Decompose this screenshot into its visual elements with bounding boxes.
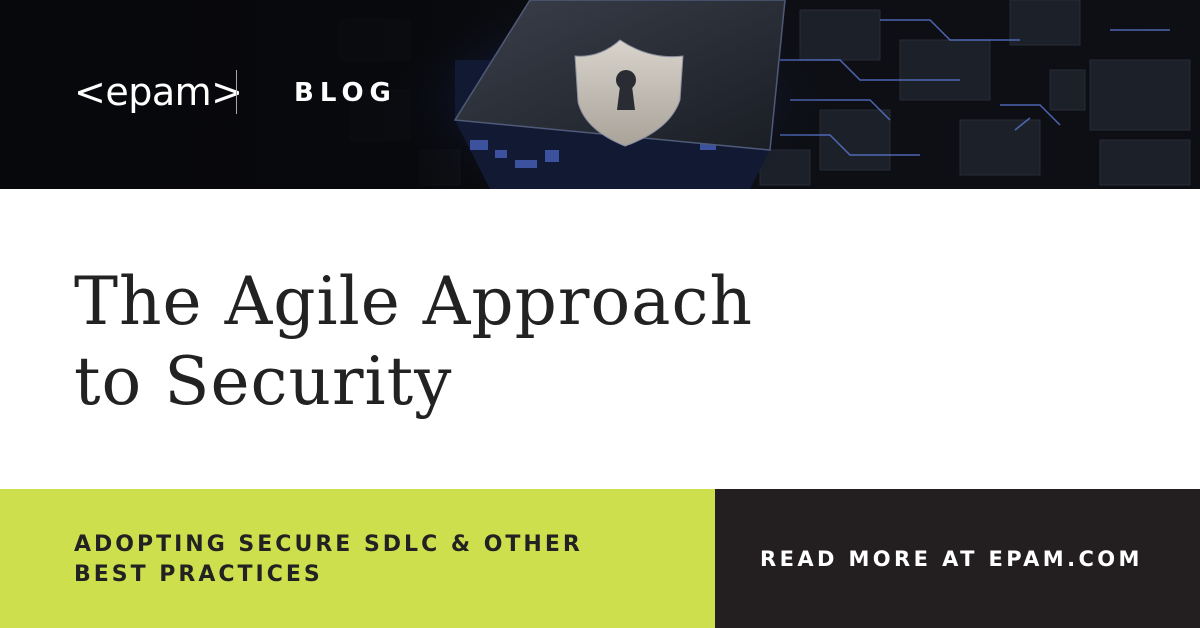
read-more-link[interactable]: READ MORE AT EPAM.COM	[760, 544, 1180, 574]
epam-logo[interactable]: <epam>	[74, 68, 243, 116]
subtitle-line-1: ADOPTING SECURE SDLC & OTHER	[74, 532, 583, 557]
header-divider	[236, 70, 237, 114]
title-line-1: The Agile Approach	[74, 263, 753, 340]
blog-label: BLOG	[294, 78, 397, 108]
subtitle: ADOPTING SECURE SDLC & OTHER BEST PRACTI…	[74, 530, 674, 590]
page-title: The Agile Approach to Security	[74, 262, 974, 422]
hero-banner: <epam> BLOG	[0, 0, 1200, 189]
title-line-2: to Security	[74, 343, 453, 420]
subtitle-line-2: BEST PRACTICES	[74, 562, 323, 587]
